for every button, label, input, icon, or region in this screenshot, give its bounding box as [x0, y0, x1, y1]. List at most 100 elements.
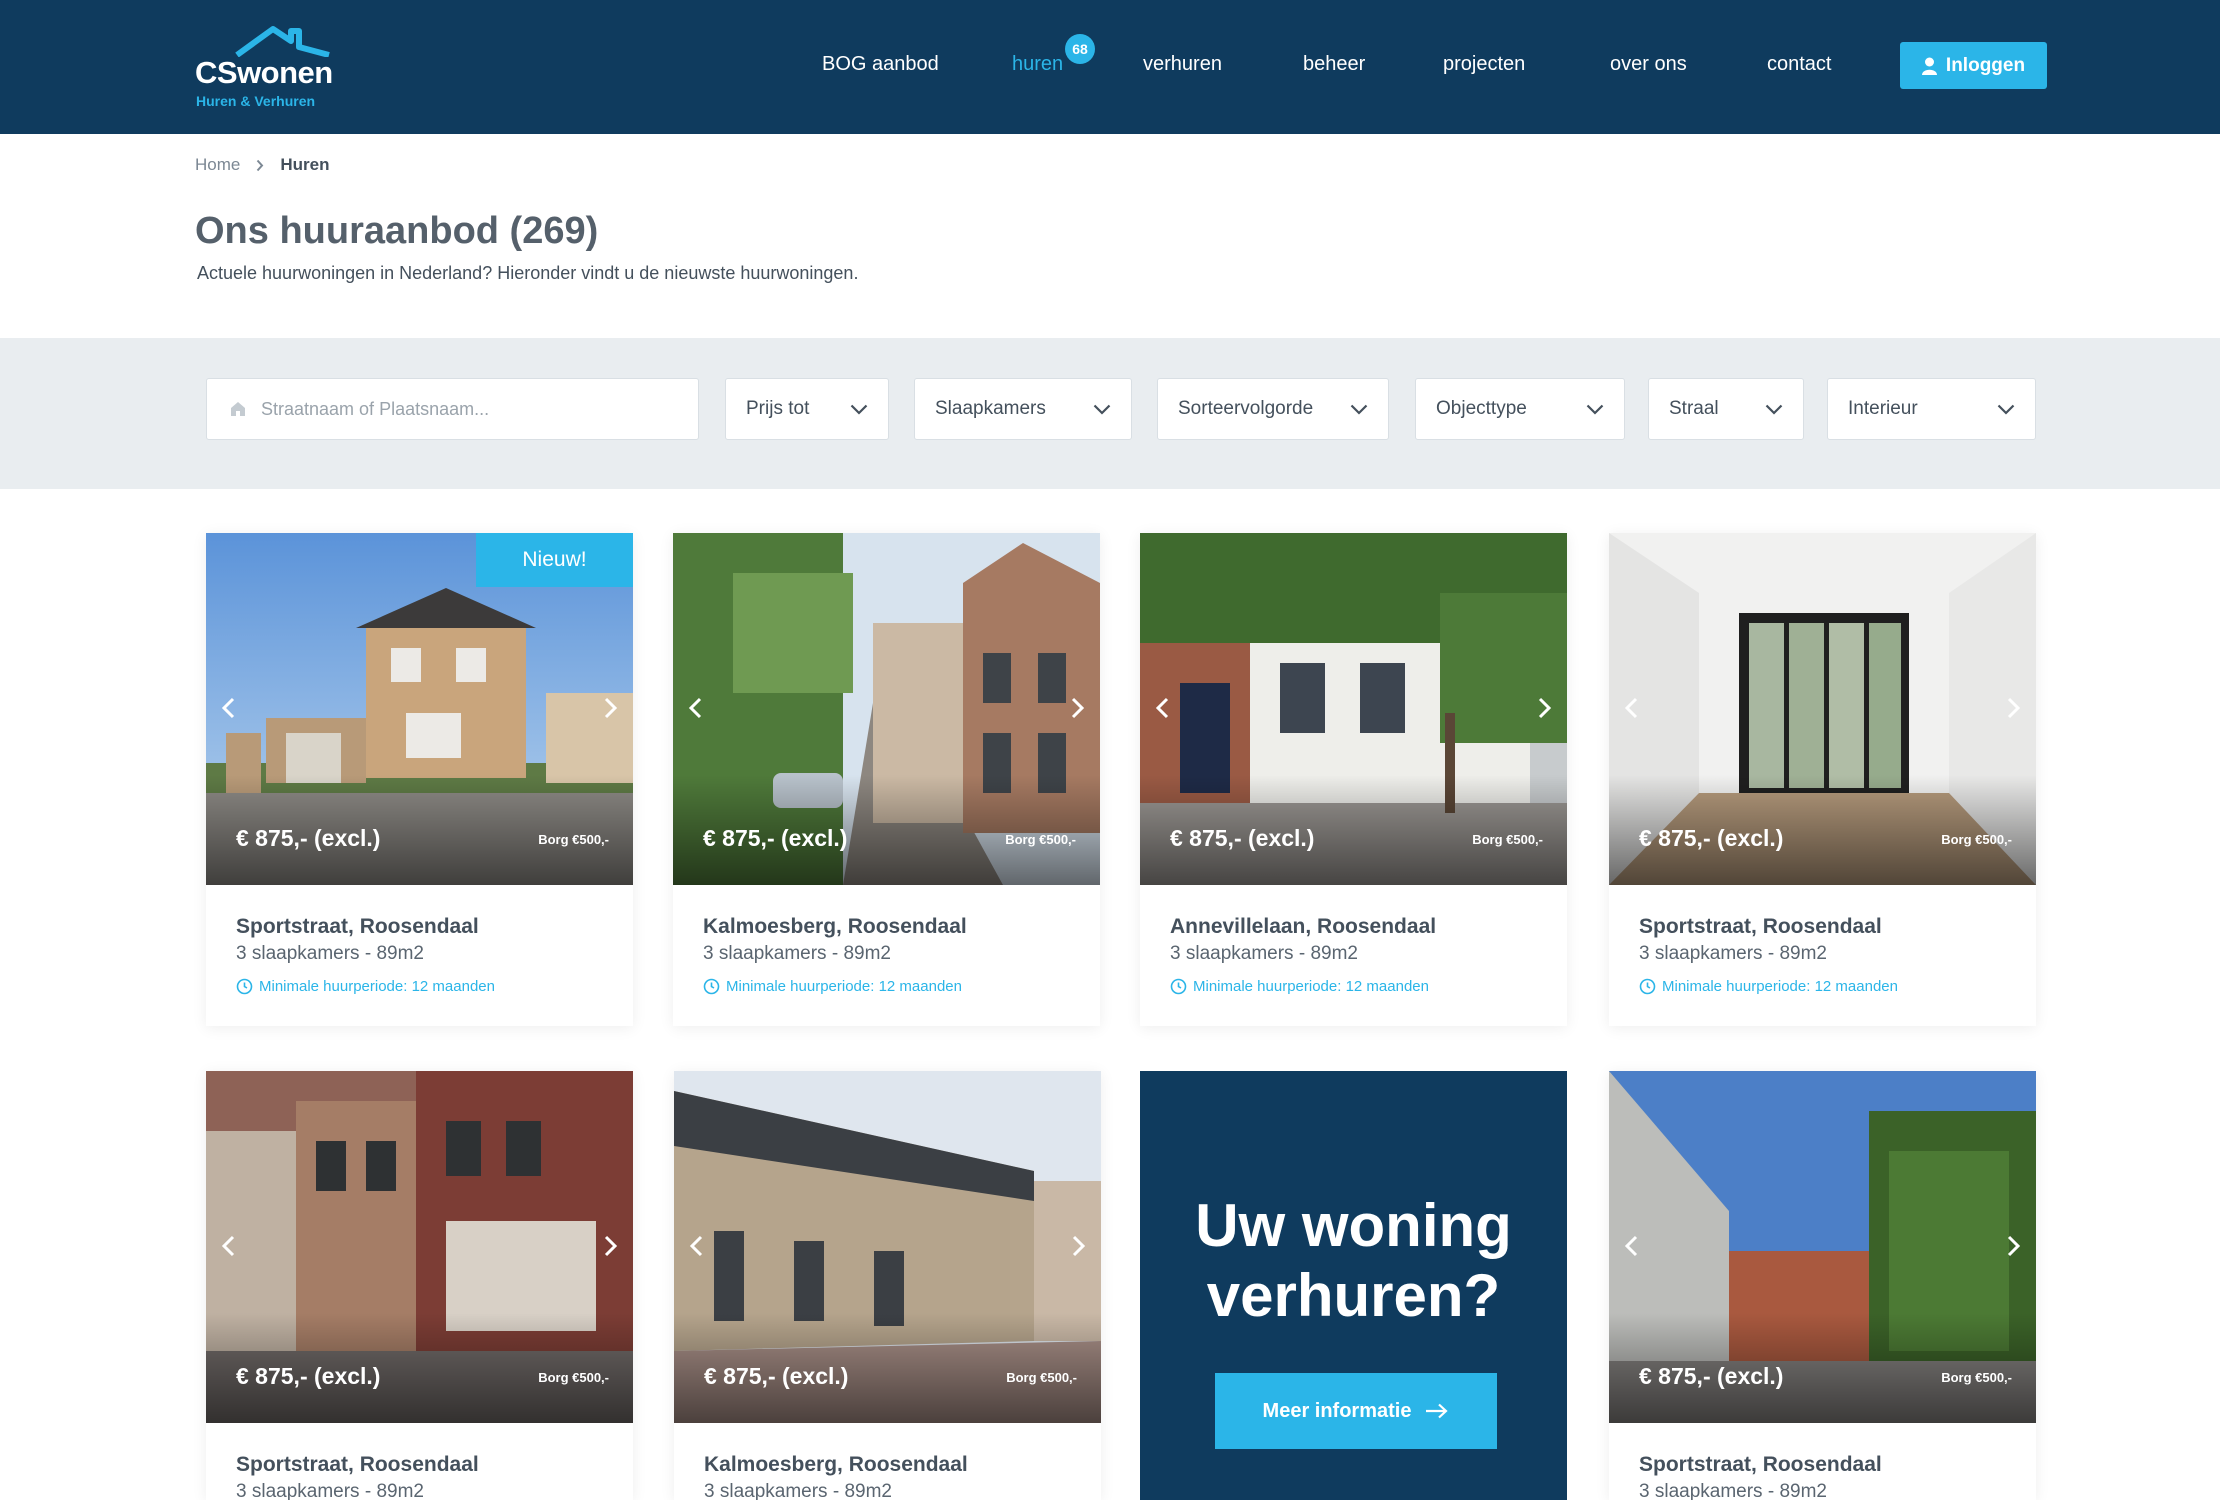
login-button[interactable]: Inloggen [1900, 42, 2047, 89]
next-photo-icon[interactable] [597, 1231, 623, 1261]
house-roof-icon [235, 26, 330, 57]
house-icon [231, 402, 245, 416]
listing-card[interactable]: € 875,- (excl.) Borg €500,- Kalmoesberg,… [674, 1071, 1101, 1500]
clock-icon [236, 978, 253, 995]
rent-out-promo: Uw woning verhuren? Meer informatie [1140, 1071, 1567, 1500]
listing-rental-period: Minimale huurperiode: 12 maanden [703, 978, 962, 995]
listing-title[interactable]: Kalmoesberg, Roosendaal [703, 915, 967, 939]
listing-deposit: Borg €500,- [1005, 832, 1076, 847]
listing-period-text: Minimale huurperiode: 12 maanden [1662, 978, 1898, 995]
listing-meta: 3 slaapkamers - 89m2 [1639, 1481, 1827, 1500]
user-icon [1921, 57, 1937, 75]
filter-price[interactable]: Prijs tot [725, 378, 889, 440]
filter-radius[interactable]: Straal [1648, 378, 1804, 440]
filter-price-label: Prijs tot [746, 398, 810, 419]
next-photo-icon[interactable] [1064, 693, 1090, 723]
listing-meta: 3 slaapkamers - 89m2 [236, 1481, 424, 1500]
listing-deposit: Borg €500,- [1941, 832, 2012, 847]
listing-rental-period: Minimale huurperiode: 12 maanden [236, 978, 495, 995]
listing-meta: 3 slaapkamers - 89m2 [236, 943, 424, 964]
listing-photo[interactable]: € 875,- (excl.) Borg €500,- [1609, 533, 2036, 885]
location-search[interactable] [206, 378, 699, 440]
prev-photo-icon[interactable] [216, 693, 242, 723]
nav-over-ons[interactable]: over ons [1610, 53, 1687, 76]
filter-bar: Prijs tot Slaapkamers Sorteervolgorde Ob… [0, 338, 2220, 489]
nav-projecten[interactable]: projecten [1443, 53, 1525, 76]
filter-object-type-label: Objecttype [1436, 398, 1527, 419]
logo-tagline: Huren & Verhuren [196, 93, 316, 109]
listing-period-text: Minimale huurperiode: 12 maanden [1193, 978, 1429, 995]
listing-photo[interactable]: € 875,- (excl.) Borg €500,- [673, 533, 1100, 885]
listing-meta: 3 slaapkamers - 89m2 [704, 1481, 892, 1500]
listing-photo[interactable]: € 875,- (excl.) Borg €500,- [674, 1071, 1101, 1423]
listing-deposit: Borg €500,- [538, 1370, 609, 1385]
next-photo-icon[interactable] [1531, 693, 1557, 723]
logo-name: CSwonen [195, 55, 333, 90]
chevron-right-icon [257, 159, 264, 171]
listing-card[interactable]: € 875,- (excl.) Borg €500,- Annevillelaa… [1140, 533, 1567, 1026]
listing-price: € 875,- (excl.) [236, 825, 381, 851]
prev-photo-icon[interactable] [1150, 693, 1176, 723]
listing-card[interactable]: € 875,- (excl.) Borg €500,- Sportstraat,… [1609, 533, 2036, 1026]
location-search-input[interactable] [261, 398, 681, 420]
chevron-down-icon [850, 404, 868, 415]
prev-photo-icon[interactable] [683, 693, 709, 723]
listing-title[interactable]: Sportstraat, Roosendaal [236, 1453, 479, 1477]
promo-title: Uw woning verhuren? [1195, 1192, 1512, 1329]
next-photo-icon[interactable] [1065, 1231, 1091, 1261]
breadcrumb: Home Huren [195, 155, 329, 175]
page-title: Ons huuraanbod (269) [195, 210, 599, 252]
arrow-right-icon [1426, 1403, 1449, 1419]
listing-title[interactable]: Kalmoesberg, Roosendaal [704, 1453, 968, 1477]
listing-meta: 3 slaapkamers - 89m2 [1639, 943, 1827, 964]
listing-title[interactable]: Annevillelaan, Roosendaal [1170, 915, 1436, 939]
next-photo-icon[interactable] [597, 693, 623, 723]
new-badge: Nieuw! [476, 533, 633, 587]
more-info-button[interactable]: Meer informatie [1215, 1373, 1497, 1449]
prev-photo-icon[interactable] [684, 1231, 710, 1261]
filter-bedrooms[interactable]: Slaapkamers [914, 378, 1132, 440]
next-photo-icon[interactable] [2000, 693, 2026, 723]
filter-sort-label: Sorteervolgorde [1178, 398, 1314, 419]
listing-price: € 875,- (excl.) [1170, 825, 1315, 851]
listing-deposit: Borg €500,- [1472, 832, 1543, 847]
filter-radius-label: Straal [1669, 398, 1719, 419]
clock-icon [1639, 978, 1656, 995]
listing-title[interactable]: Sportstraat, Roosendaal [236, 915, 479, 939]
breadcrumb-home[interactable]: Home [195, 155, 240, 175]
nav-bog-aanbod[interactable]: BOG aanbod [822, 53, 939, 76]
filter-sort[interactable]: Sorteervolgorde [1157, 378, 1389, 440]
listing-photo[interactable]: Nieuw! € 875,- (excl.) Borg €500,- [206, 533, 633, 885]
breadcrumb-current: Huren [280, 155, 330, 174]
next-photo-icon[interactable] [2000, 1231, 2026, 1261]
listing-photo[interactable]: € 875,- (excl.) Borg €500,- [1140, 533, 1567, 885]
filter-bedrooms-label: Slaapkamers [935, 398, 1046, 419]
prev-photo-icon[interactable] [1619, 1231, 1645, 1261]
listing-title[interactable]: Sportstraat, Roosendaal [1639, 1453, 1882, 1477]
prev-photo-icon[interactable] [1619, 693, 1645, 723]
logo[interactable]: CSwonen Huren & Verhuren [195, 25, 345, 109]
nav-huren[interactable]: huren [1012, 53, 1063, 76]
listing-photo[interactable]: € 875,- (excl.) Borg €500,- [206, 1071, 633, 1423]
listing-card[interactable]: Nieuw! € 875,- (excl.) Borg €500,- Sport… [206, 533, 633, 1026]
filter-object-type[interactable]: Objecttype [1415, 378, 1625, 440]
listing-deposit: Borg €500,- [1941, 1370, 2012, 1385]
listing-title[interactable]: Sportstraat, Roosendaal [1639, 915, 1882, 939]
listing-deposit: Borg €500,- [1006, 1370, 1077, 1385]
site-header: CSwonen Huren & Verhuren BOG aanbod hure… [0, 0, 2220, 134]
nav-contact[interactable]: contact [1767, 53, 1831, 76]
nav-verhuren[interactable]: verhuren [1143, 53, 1222, 76]
listing-card[interactable]: € 875,- (excl.) Borg €500,- Sportstraat,… [206, 1071, 633, 1500]
listing-card[interactable]: € 875,- (excl.) Borg €500,- Sportstraat,… [1609, 1071, 2036, 1500]
huren-count-badge: 68 [1065, 34, 1095, 64]
more-info-label: Meer informatie [1262, 1399, 1412, 1422]
listing-photo[interactable]: € 875,- (excl.) Borg €500,- [1609, 1071, 2036, 1423]
filter-interior[interactable]: Interieur [1827, 378, 2036, 440]
chevron-down-icon [1093, 404, 1111, 415]
prev-photo-icon[interactable] [216, 1231, 242, 1261]
nav-beheer[interactable]: beheer [1303, 53, 1365, 76]
listing-meta: 3 slaapkamers - 89m2 [703, 943, 891, 964]
listing-deposit: Borg €500,- [538, 832, 609, 847]
listing-card[interactable]: € 875,- (excl.) Borg €500,- Kalmoesberg,… [673, 533, 1100, 1026]
listing-price: € 875,- (excl.) [1639, 1363, 1784, 1389]
